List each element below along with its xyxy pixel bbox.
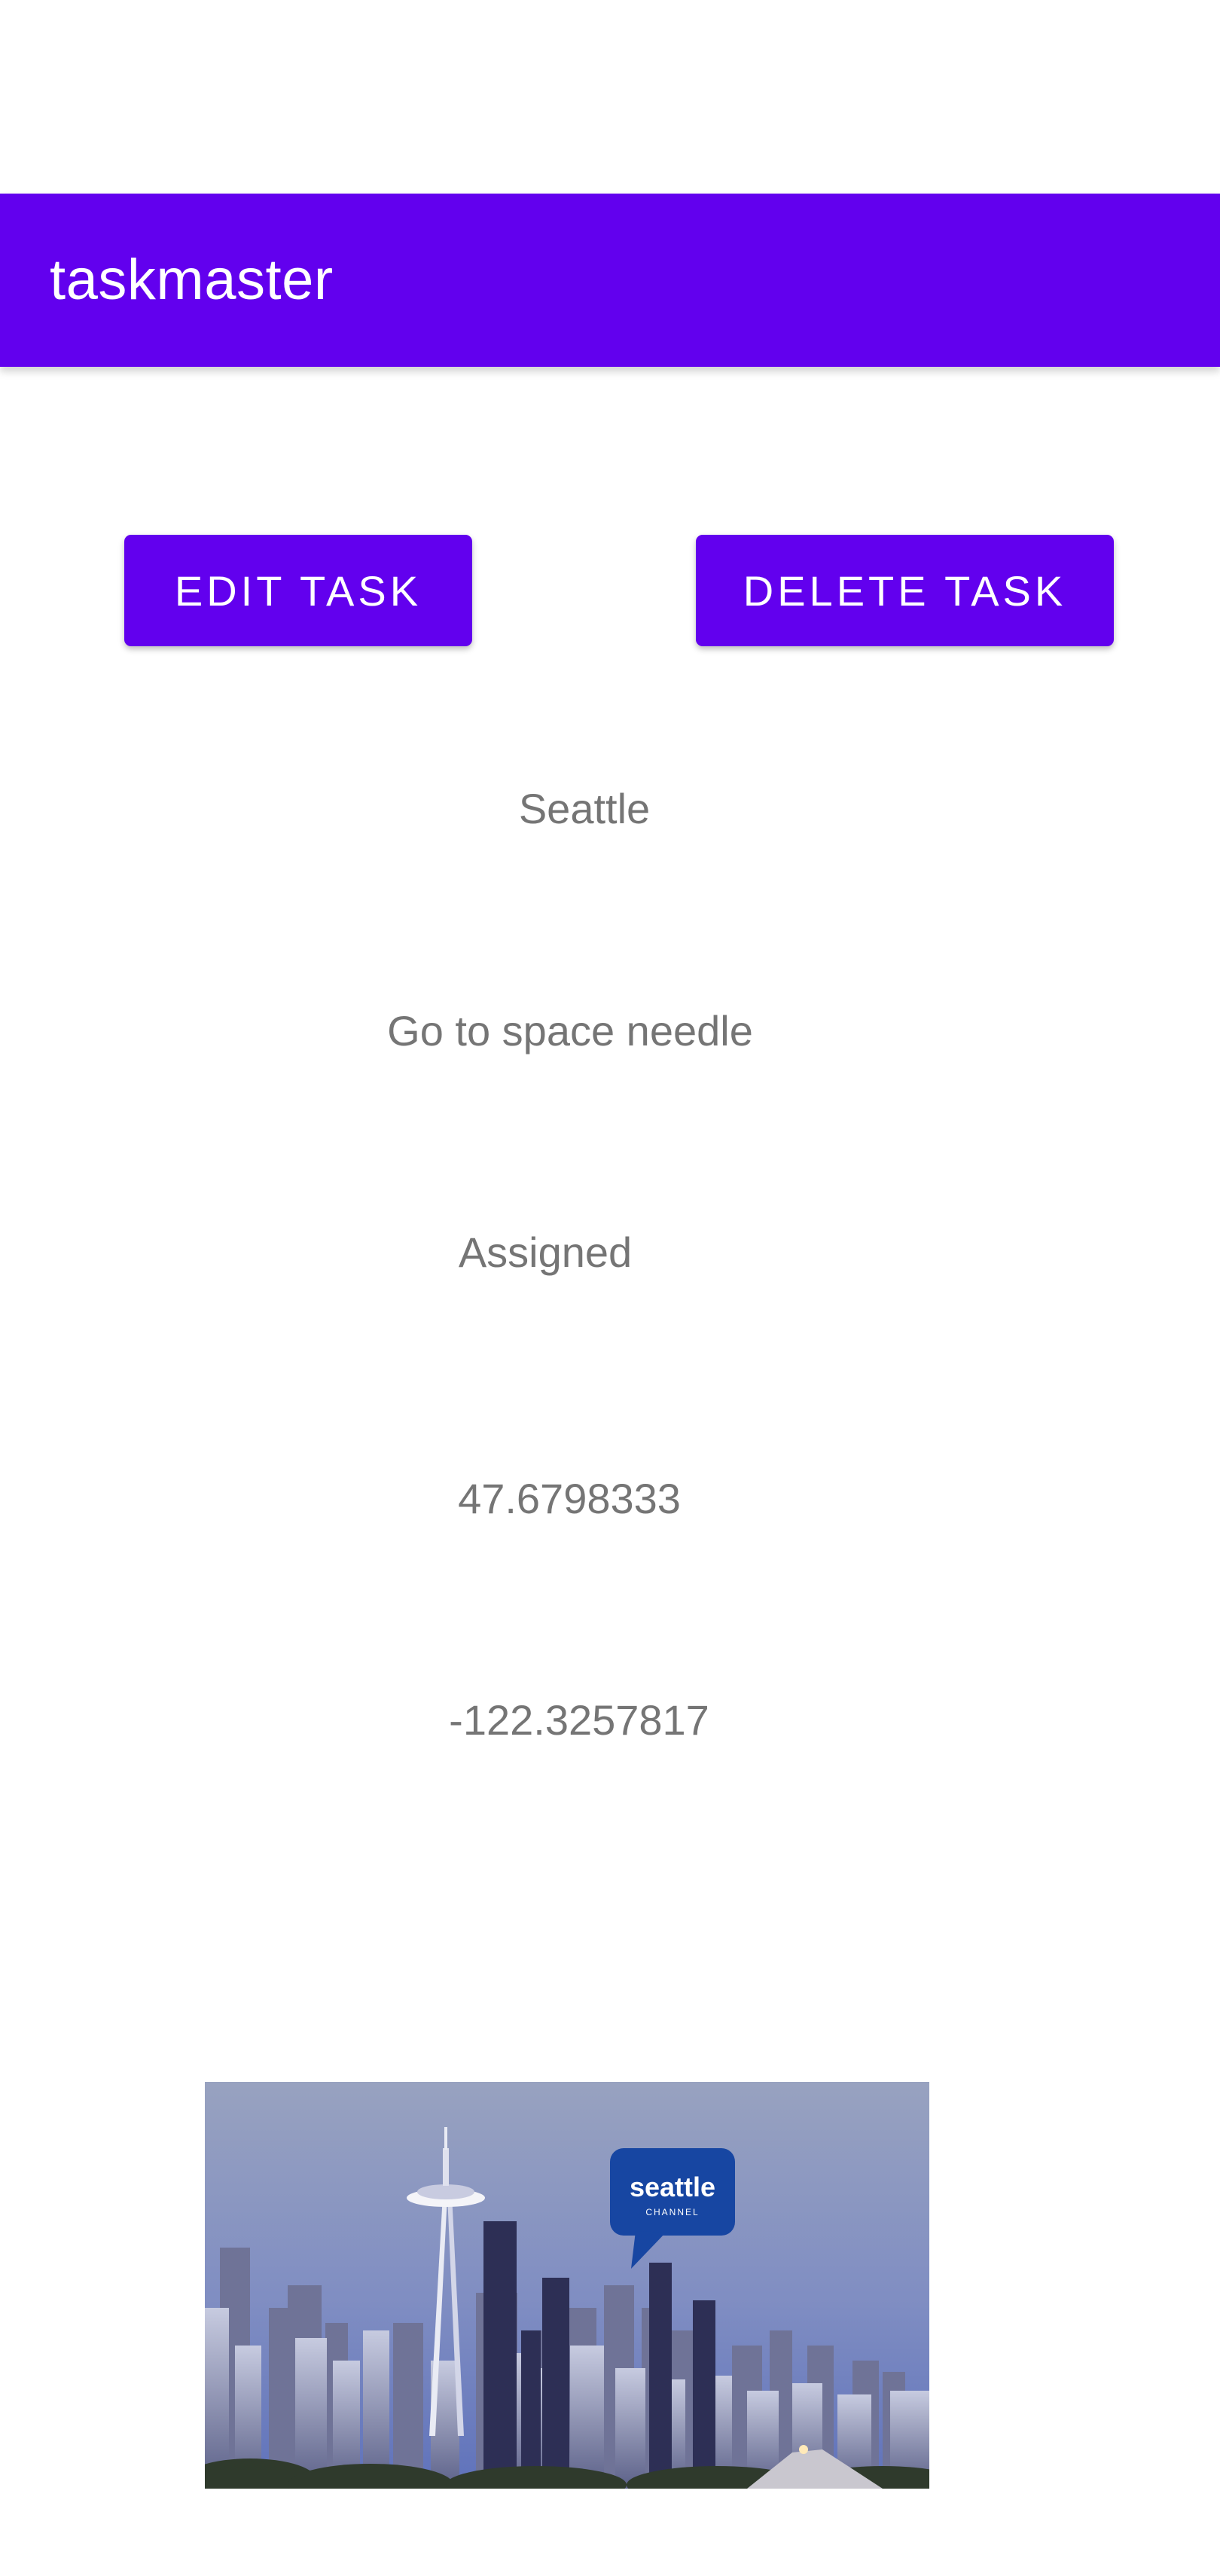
logo-subtext: CHANNEL <box>645 2207 699 2217</box>
delete-task-button[interactable]: DELETE TASK <box>696 535 1114 646</box>
task-image: seattle CHANNEL <box>205 2082 929 2489</box>
task-title: Seattle <box>518 785 651 832</box>
task-state: Assigned <box>458 1228 633 1276</box>
seattle-skyline-image: seattle CHANNEL <box>205 2082 929 2489</box>
task-latitude: 47.6798333 <box>458 1475 681 1522</box>
logo-text: seattle <box>630 2172 715 2202</box>
task-longitude: -122.3257817 <box>449 1696 709 1744</box>
app-title: taskmaster <box>50 248 334 312</box>
app-bar: taskmaster <box>0 194 1220 367</box>
task-body: Go to space needle <box>387 1007 753 1055</box>
status-bar <box>0 0 1220 194</box>
edit-task-button[interactable]: EDIT TASK <box>124 535 472 646</box>
